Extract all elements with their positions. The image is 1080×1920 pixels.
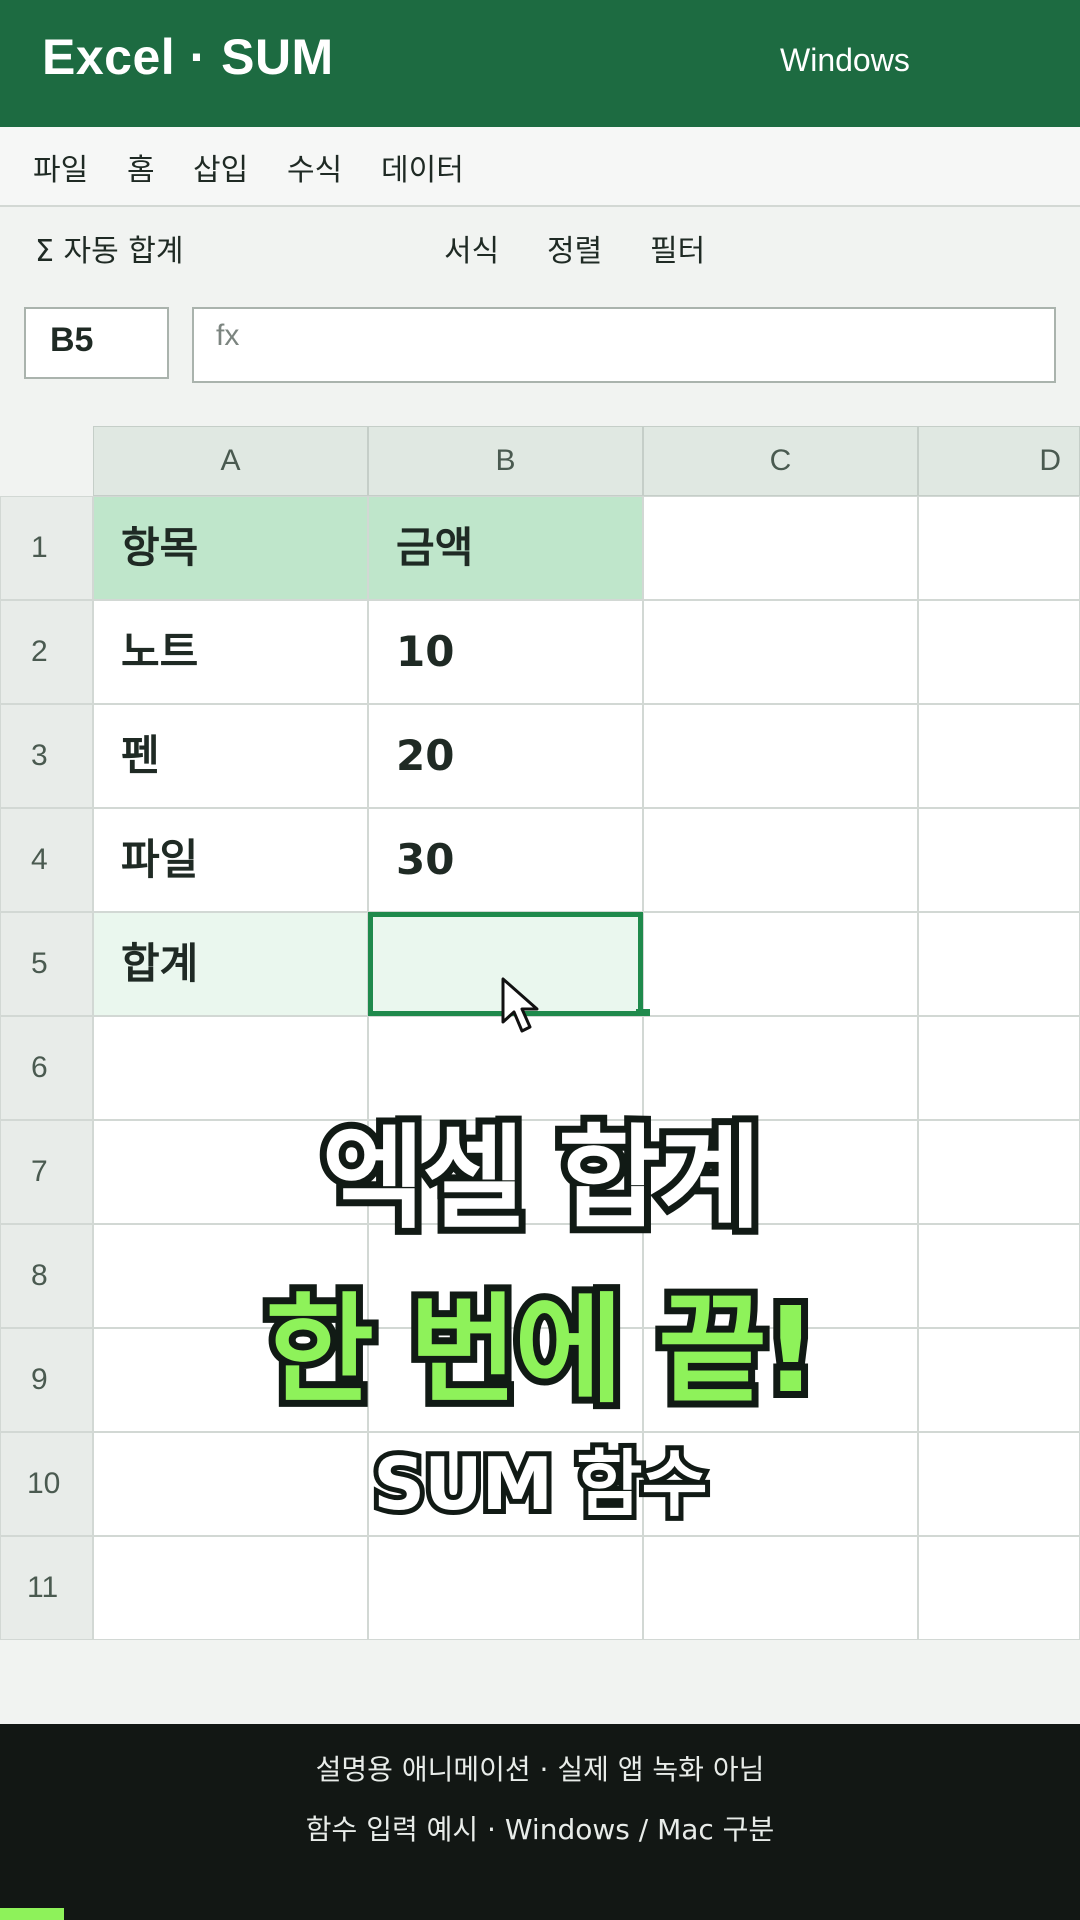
menu-data[interactable]: 데이터 <box>381 145 464 189</box>
menu-home[interactable]: 홈 <box>127 145 155 189</box>
name-box[interactable]: B5 <box>24 307 169 379</box>
cell-d1[interactable] <box>918 496 1080 600</box>
cell-a1[interactable]: 항목 <box>93 496 368 600</box>
format-button[interactable]: 서식 <box>444 226 499 270</box>
column-header-d[interactable]: D <box>918 426 1080 496</box>
cell-b1[interactable]: 금액 <box>368 496 643 600</box>
name-box-value: B5 <box>50 321 94 359</box>
cell-a4[interactable]: 파일 <box>93 808 368 912</box>
cell-d3[interactable] <box>918 704 1080 808</box>
autosum-button[interactable]: Σ 자동 합계 <box>35 226 183 270</box>
platform-label: Windows <box>780 42 910 78</box>
row-header-2[interactable]: 2 <box>0 600 93 704</box>
cell-d4[interactable] <box>918 808 1080 912</box>
row-header-5[interactable]: 5 <box>0 912 93 1016</box>
cell-a5[interactable]: 합계 <box>93 912 368 1016</box>
overlay-highlight: 한 번에 끝! <box>258 1274 824 1426</box>
cell-a2[interactable]: 노트 <box>93 600 368 704</box>
menu-file[interactable]: 파일 <box>33 145 88 189</box>
cell-c11[interactable] <box>643 1536 918 1640</box>
cell-c1[interactable] <box>643 496 918 600</box>
cell-d5[interactable] <box>918 912 1080 1016</box>
column-header-c[interactable]: C <box>643 426 918 496</box>
menu-formulas[interactable]: 수식 <box>287 145 342 189</box>
footer-disclaimer: 설명용 애니메이션 · 실제 앱 녹화 아님 <box>315 1753 765 1786</box>
cell-b3[interactable]: 20 <box>368 704 643 808</box>
menu-insert[interactable]: 삽입 <box>193 145 248 189</box>
cell-d11[interactable] <box>918 1536 1080 1640</box>
row-header-1[interactable]: 1 <box>0 496 93 600</box>
app-title: Excel · SUM <box>42 29 334 85</box>
menu-bar: 파일 홈 삽입 수식 데이터 <box>0 127 1080 207</box>
filter-button[interactable]: 필터 <box>650 226 705 270</box>
cell-d2[interactable] <box>918 600 1080 704</box>
row-header-3[interactable]: 3 <box>0 704 93 808</box>
cell-a3[interactable]: 펜 <box>93 704 368 808</box>
formula-bar[interactable]: fx <box>192 307 1056 383</box>
cell-b11[interactable] <box>368 1536 643 1640</box>
overlay-subtitle: SUM 함수 <box>368 1437 713 1531</box>
fx-icon: fx <box>216 319 240 352</box>
sort-button[interactable]: 정렬 <box>547 226 602 270</box>
row-header-4[interactable]: 4 <box>0 808 93 912</box>
footer-caption: 설명용 애니메이션 · 실제 앱 녹화 아님 함수 입력 예시 · Window… <box>0 1724 1080 1920</box>
cell-c3[interactable] <box>643 704 918 808</box>
title-bar: Excel · SUM Windows <box>0 0 1080 127</box>
ribbon: Σ 자동 합계 서식 정렬 필터 <box>0 207 1080 292</box>
cell-c5[interactable] <box>643 912 918 1016</box>
progress-indicator <box>0 1908 64 1920</box>
row-header-11[interactable]: 11 <box>0 1536 93 1640</box>
column-header-b[interactable]: B <box>368 426 643 496</box>
cell-a11[interactable] <box>93 1536 368 1640</box>
cell-b2[interactable]: 10 <box>368 600 643 704</box>
cell-b4[interactable]: 30 <box>368 808 643 912</box>
column-header-a[interactable]: A <box>93 426 368 496</box>
overlay-headline: 엑셀 합계 <box>315 1107 768 1251</box>
mouse-pointer-icon <box>501 977 539 1033</box>
cell-c4[interactable] <box>643 808 918 912</box>
footer-note: 함수 입력 예시 · Windows / Mac 구분 <box>305 1813 775 1846</box>
cell-c2[interactable] <box>643 600 918 704</box>
